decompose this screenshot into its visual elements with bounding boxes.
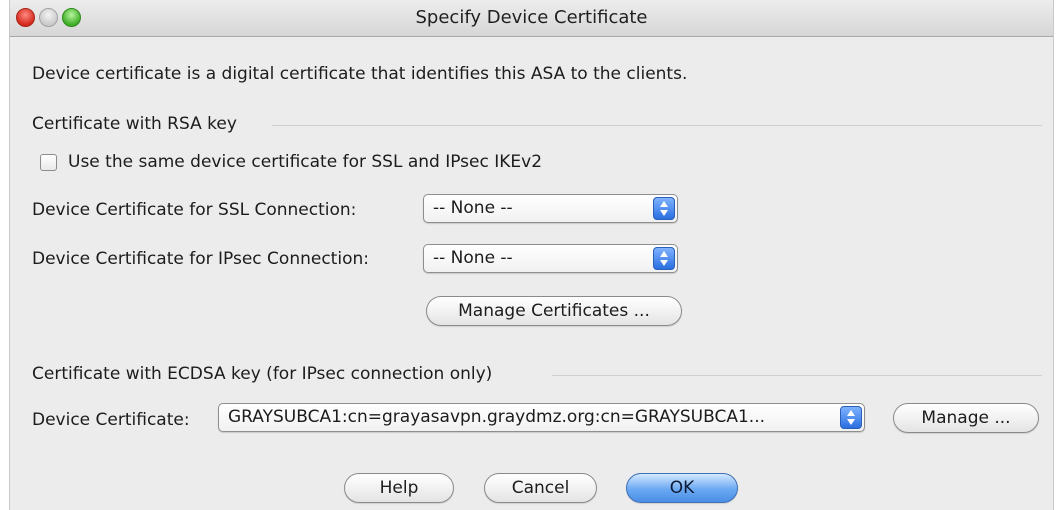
ssl-cert-selected-value: -- None --: [433, 198, 513, 218]
popup-arrows-icon: [653, 247, 675, 270]
same-cert-checkbox-label[interactable]: Use the same device certificate for SSL …: [68, 152, 542, 172]
ecdsa-section-divider: [552, 375, 1042, 376]
ssl-cert-label: Device Certificate for SSL Connection:: [32, 200, 357, 220]
dialog-window: Specify Device Certificate Device certif…: [9, 0, 1054, 510]
help-button[interactable]: Help: [344, 473, 454, 503]
ssl-cert-select[interactable]: -- None --: [423, 194, 678, 223]
rsa-section-divider: [272, 125, 1042, 126]
window-title: Specify Device Certificate: [415, 7, 648, 28]
rsa-section-label: Certificate with RSA key: [32, 114, 237, 134]
ipsec-cert-selected-value: -- None --: [433, 248, 513, 268]
intro-text: Device certificate is a digital certific…: [32, 64, 688, 84]
title-bar[interactable]: Specify Device Certificate: [10, 0, 1053, 37]
same-cert-checkbox[interactable]: [40, 154, 57, 171]
cancel-button[interactable]: Cancel: [484, 473, 597, 503]
ecdsa-manage-button[interactable]: Manage ...: [893, 403, 1039, 433]
ecdsa-device-cert-select[interactable]: GRAYSUBCA1:cn=grayasavpn.graydmz.org:cn=…: [218, 403, 865, 432]
ecdsa-section-label: Certificate with ECDSA key (for IPsec co…: [32, 364, 493, 384]
ecdsa-device-cert-selected-value: GRAYSUBCA1:cn=grayasavpn.graydmz.org:cn=…: [228, 407, 766, 427]
ipsec-cert-select[interactable]: -- None --: [423, 244, 678, 273]
popup-arrows-icon: [840, 406, 862, 429]
manage-certificates-button[interactable]: Manage Certificates ...: [426, 296, 682, 326]
popup-arrows-icon: [653, 197, 675, 220]
ecdsa-device-cert-label: Device Certificate:: [32, 410, 190, 430]
ipsec-cert-label: Device Certificate for IPsec Connection:: [32, 249, 369, 269]
ok-button[interactable]: OK: [626, 473, 738, 503]
